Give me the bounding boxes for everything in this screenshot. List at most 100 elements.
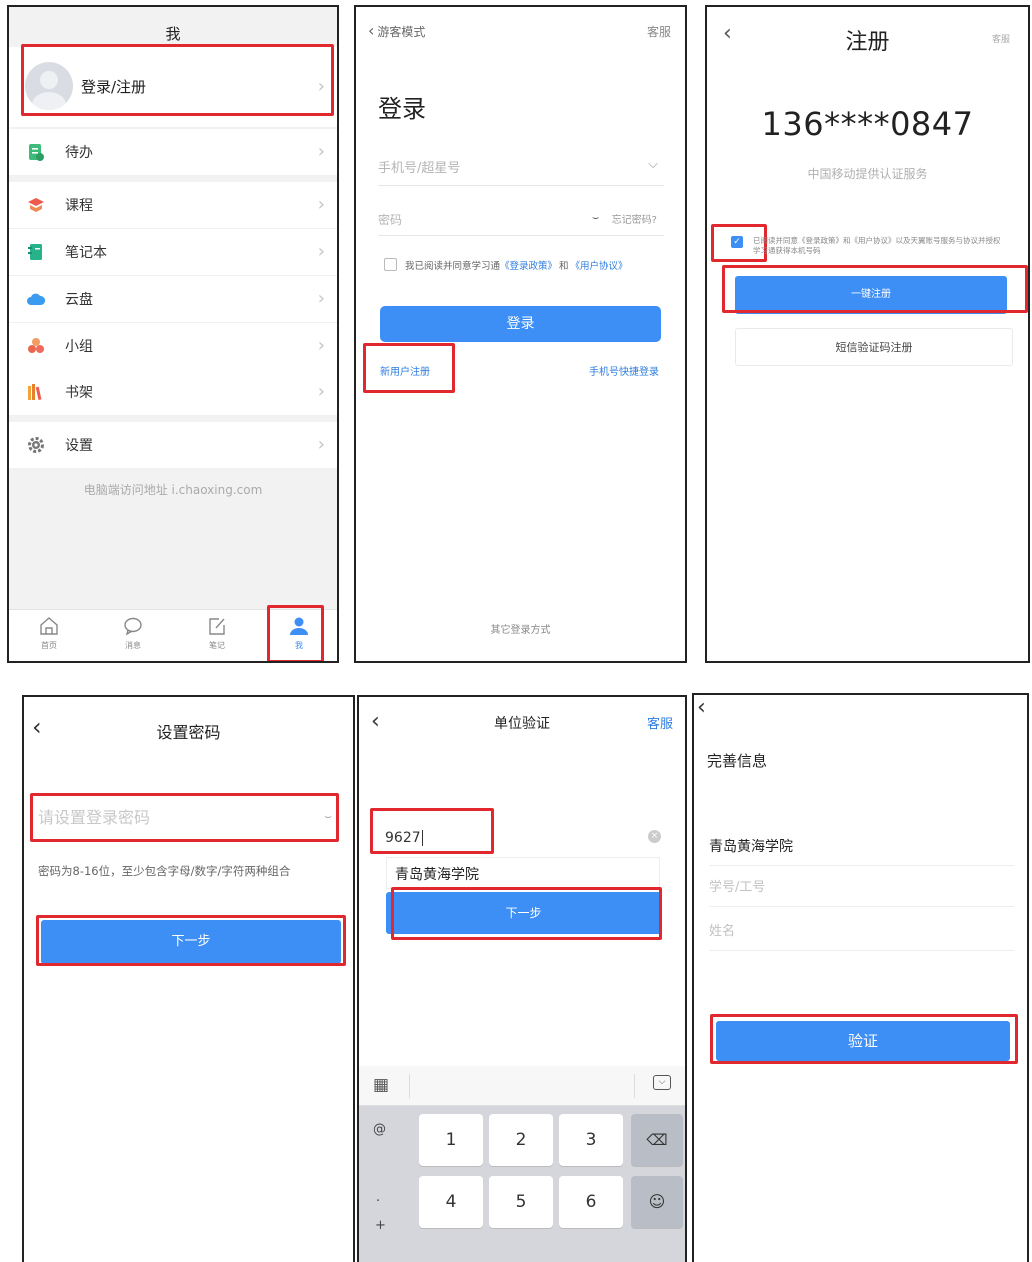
menu-item-todo[interactable]: 待办 ›	[9, 129, 337, 176]
suggestion-item[interactable]: 青岛黄海学院	[386, 857, 660, 889]
key-6[interactable]: 6	[559, 1176, 623, 1228]
key-3[interactable]: 3	[559, 1114, 623, 1166]
notebook-icon	[28, 244, 42, 260]
menu-item-notebook[interactable]: 笔记本 ›	[9, 229, 337, 276]
chevron-right-icon: ›	[317, 381, 325, 402]
cloud-icon	[27, 293, 45, 305]
clear-input-icon[interactable]: ×	[648, 830, 661, 843]
menu-item-group[interactable]: 小组 ›	[9, 323, 337, 370]
tab-messages[interactable]: 消息	[111, 616, 155, 651]
school-field[interactable]: 青岛黄海学院	[709, 828, 1014, 866]
phone-input[interactable]: 手机号/超星号 ⌵	[378, 157, 664, 185]
page-title: 设置密码	[156, 723, 221, 742]
agreement-text: 已阅读并同意《登录政策》和《用户协议》以及天翼账号服务与协议并授权学习通获得本机…	[753, 236, 1001, 255]
key-plus[interactable]: +	[375, 1218, 386, 1233]
back-arrow-icon[interactable]: ‹	[697, 695, 706, 720]
todo-icon	[29, 144, 44, 161]
course-icon	[28, 198, 44, 212]
chevron-right-icon: ›	[317, 241, 325, 262]
tab-label: 笔记	[209, 641, 225, 650]
menu-label: 书架	[65, 385, 93, 401]
sms-register-button[interactable]: 短信验证码注册	[735, 328, 1013, 366]
tab-notes[interactable]: 笔记	[195, 616, 239, 651]
phone-quick-login-link[interactable]: 手机号快捷登录	[589, 363, 659, 378]
highlight-box	[391, 887, 662, 940]
grid-menu-icon[interactable]: ▦	[373, 1075, 389, 1095]
note-icon	[209, 618, 225, 635]
customer-service-link[interactable]: 客服	[647, 713, 673, 732]
back-arrow-icon: ‹	[368, 21, 375, 40]
message-icon	[124, 617, 142, 636]
highlight-box	[710, 1014, 1018, 1064]
guest-mode-back[interactable]: ‹ 游客模式	[368, 21, 425, 40]
tab-home[interactable]: 首页	[27, 616, 71, 651]
page-title: 注册	[845, 30, 890, 55]
menu-item-bookshelf[interactable]: 书架 ›	[9, 369, 337, 416]
chevron-down-icon[interactable]: ⌵	[648, 157, 658, 172]
complete-info-screen: ‹ 完善信息 青岛黄海学院 学号/工号 姓名 验证	[692, 693, 1029, 1262]
other-login-methods[interactable]: 其它登录方式	[356, 621, 685, 636]
set-password-screen: ‹ 设置密码 请设置登录密码 ⌣ 密码为8-16位，至少包含字母/数字/字符两种…	[22, 695, 355, 1262]
agreement-checkbox[interactable]	[384, 258, 397, 271]
password-hint: 密码为8-16位，至少包含字母/数字/字符两种组合	[38, 864, 291, 878]
divider	[634, 1074, 635, 1098]
eye-closed-icon[interactable]: ⌣	[592, 211, 599, 225]
divider	[378, 235, 664, 236]
register-screen: ‹ 注册 客服 136****0847 中国移动提供认证服务 ✓ 已阅读并同意《…	[705, 5, 1030, 663]
key-dot[interactable]: .	[376, 1190, 380, 1205]
key-4[interactable]: 4	[419, 1176, 483, 1228]
page-title: 我	[165, 25, 181, 43]
tab-label: 消息	[125, 641, 141, 650]
name-placeholder: 姓名	[709, 924, 736, 939]
divider	[378, 185, 664, 186]
menu-label: 课程	[65, 198, 93, 214]
name-field[interactable]: 姓名	[709, 913, 1014, 951]
key-1[interactable]: 1	[419, 1114, 483, 1166]
student-id-placeholder: 学号/工号	[709, 880, 766, 895]
highlight-box	[363, 343, 455, 393]
page-title: 单位验证	[494, 716, 550, 732]
chevron-right-icon: ›	[317, 194, 325, 215]
agree-prefix: 我已阅读并同意学习通	[405, 261, 501, 272]
numeric-keyboard: ▦ ⌵ @ . + 1 2 3 ⌫ 4 5 6 ☺	[359, 1066, 685, 1262]
user-agreement-link[interactable]: 《用户协议》	[571, 261, 628, 272]
pc-address-note: 电脑端访问地址 i.chaoxing.com	[83, 483, 263, 497]
backspace-key[interactable]: ⌫	[631, 1114, 683, 1166]
page-title: 登录	[378, 95, 426, 123]
chevron-right-icon: ›	[317, 335, 325, 356]
divider	[409, 1074, 410, 1098]
menu-label: 设置	[65, 438, 93, 454]
customer-service-link[interactable]: 客服	[647, 23, 671, 40]
menu-label: 笔记本	[65, 245, 107, 261]
unit-verify-screen: ‹ 单位验证 客服 9627 × 青岛黄海学院 下一步 ▦ ⌵ @ . + 1 …	[357, 695, 687, 1262]
highlight-box	[21, 44, 334, 116]
forgot-password-link[interactable]: 忘记密码?	[612, 211, 657, 226]
key-5[interactable]: 5	[489, 1176, 553, 1228]
menu-item-settings[interactable]: 设置 ›	[9, 422, 337, 469]
home-icon	[40, 617, 58, 635]
password-placeholder: 密码	[378, 213, 403, 227]
agreement-text: 我已阅读并同意学习通《登录政策》和《用户协议》	[405, 258, 628, 272]
menu-item-cloud[interactable]: 云盘 ›	[9, 276, 337, 323]
chevron-right-icon: ›	[317, 288, 325, 309]
bookshelf-icon	[28, 384, 42, 401]
hide-keyboard-icon[interactable]: ⌵	[653, 1075, 671, 1090]
gear-icon	[28, 437, 44, 453]
phone-number: 136****0847	[761, 105, 974, 143]
highlight-box	[36, 915, 346, 966]
login-button[interactable]: 登录	[380, 306, 661, 342]
menu-item-course[interactable]: 课程 ›	[9, 182, 337, 229]
customer-service-link[interactable]: 客服	[992, 32, 1010, 45]
student-id-field[interactable]: 学号/工号	[709, 869, 1014, 907]
school-value: 青岛黄海学院	[709, 839, 793, 855]
profile-screen: 我 登录/注册 › 待办 › 课程 › 笔记本 › 云盘 › 小组 › 书架 ›	[7, 5, 339, 663]
key-2[interactable]: 2	[489, 1114, 553, 1166]
highlight-box	[30, 793, 339, 842]
agree-and: 和	[559, 261, 569, 272]
phone-placeholder: 手机号/超星号	[378, 161, 461, 176]
key-at[interactable]: @	[373, 1122, 386, 1137]
emoji-key[interactable]: ☺	[631, 1176, 683, 1228]
login-policy-link[interactable]: 《登录政策》	[500, 261, 557, 272]
highlight-box	[370, 808, 494, 854]
carrier-note: 中国移动提供认证服务	[807, 167, 928, 181]
